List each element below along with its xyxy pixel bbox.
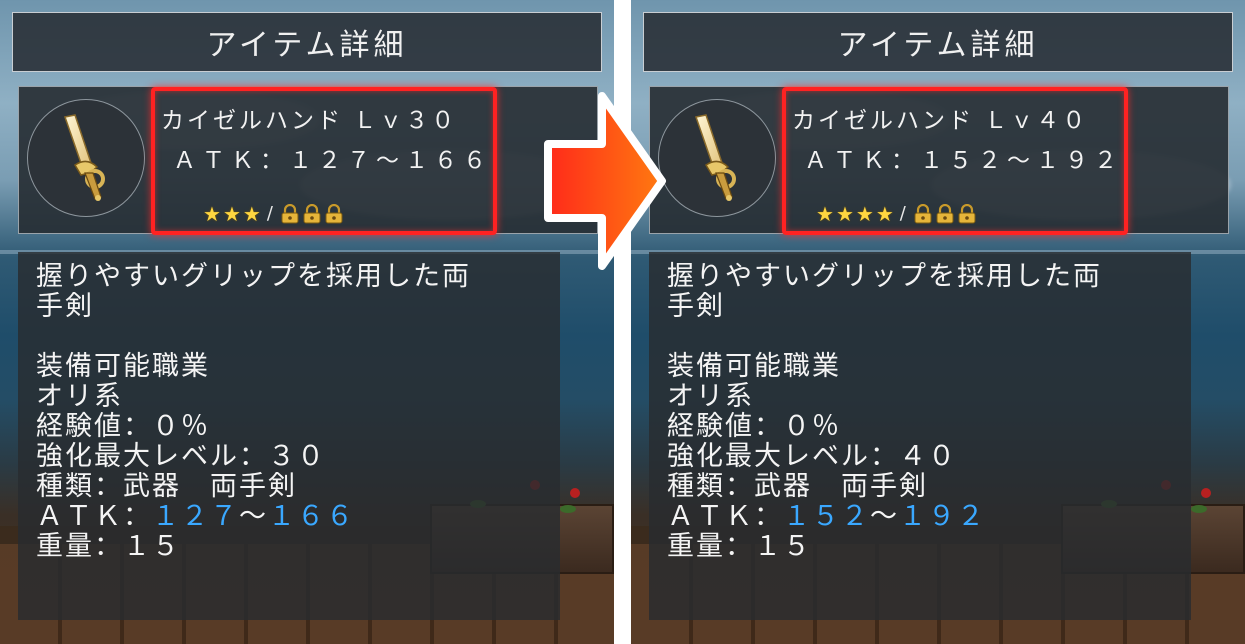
lock-icon bbox=[914, 203, 932, 224]
item-icon-frame[interactable] bbox=[27, 99, 145, 217]
weight-value: 重量：１５ bbox=[667, 531, 812, 562]
atk-label: ＡＴＫ： bbox=[667, 501, 783, 532]
item-name: カイゼルハンド Ｌｖ４０ bbox=[792, 108, 1089, 134]
jobs-header: 装備可能職業 bbox=[667, 351, 841, 382]
jobs-header: 装備可能職業 bbox=[36, 351, 210, 382]
description-text: 手剣 bbox=[667, 291, 725, 322]
star-icon: ★ bbox=[855, 201, 874, 226]
max-level-value: 強化最大レベル：３０ bbox=[36, 441, 326, 472]
rating-separator: / bbox=[266, 203, 273, 224]
max-level-value: 強化最大レベル：４０ bbox=[667, 441, 957, 472]
description-text: 手剣 bbox=[36, 291, 94, 322]
rarity-rating: ★ ★ ★ / bbox=[203, 203, 345, 224]
item-atk: ＡＴＫ：１２７～１６６ bbox=[173, 148, 492, 174]
item-detail-panel-after: アイテム詳細 カイゼルハンド Ｌｖ４０ ＡＴＫ：１５２～１９２ ★ ★ ★ ★ … bbox=[631, 0, 1245, 644]
lock-icon bbox=[936, 203, 954, 224]
item-atk: ＡＴＫ：１５２～１９２ bbox=[804, 148, 1123, 174]
item-description: 握りやすいグリップを採用した両 手剣 装備可能職業 オリ系 経験値：０％ 強化最… bbox=[649, 252, 1191, 620]
item-detail-panel-before: アイテム詳細 カイゼルハンド Ｌｖ３０ ＡＴＫ：１２７～１６６ ★ ★ ★ / … bbox=[0, 0, 614, 644]
item-description: 握りやすいグリップを採用した両 手剣 装備可能職業 オリ系 経験値：０％ 強化最… bbox=[18, 252, 560, 620]
page-title: アイテム詳細 bbox=[643, 12, 1233, 72]
type-value: 種類：武器 両手剣 bbox=[36, 471, 297, 502]
background-leaf bbox=[1191, 505, 1207, 513]
atk-label: ＡＴＫ： bbox=[36, 501, 152, 532]
star-icon: ★ bbox=[242, 201, 261, 226]
description-text: 握りやすいグリップを採用した両 bbox=[36, 261, 471, 292]
background-flower bbox=[1201, 488, 1211, 498]
page-title: アイテム詳細 bbox=[12, 12, 602, 72]
star-icon: ★ bbox=[835, 201, 854, 226]
type-value: 種類：武器 両手剣 bbox=[667, 471, 928, 502]
lock-icon bbox=[958, 203, 976, 224]
lock-icon bbox=[281, 203, 299, 224]
background-flower bbox=[570, 488, 580, 498]
exp-value: 経験値：０％ bbox=[36, 411, 210, 442]
star-icon: ★ bbox=[875, 201, 894, 226]
atk-stat: ＡＴＫ：１２７～１６６ bbox=[36, 502, 560, 532]
atk-separator: ～ bbox=[870, 501, 899, 532]
lock-icon bbox=[325, 203, 343, 224]
atk-separator: ～ bbox=[239, 501, 268, 532]
atk-max: １６６ bbox=[268, 501, 355, 532]
sword-icon bbox=[64, 114, 105, 201]
jobs-value: オリ系 bbox=[667, 381, 754, 412]
atk-max: １９２ bbox=[899, 501, 986, 532]
item-name: カイゼルハンド Ｌｖ３０ bbox=[161, 108, 458, 134]
sword-icon bbox=[695, 114, 736, 201]
atk-stat: ＡＴＫ：１５２～１９２ bbox=[667, 502, 1191, 532]
description-text: 握りやすいグリップを採用した両 bbox=[667, 261, 1102, 292]
star-icon: ★ bbox=[222, 201, 241, 226]
rating-separator: / bbox=[899, 203, 906, 224]
item-icon-frame[interactable] bbox=[658, 99, 776, 217]
rarity-rating: ★ ★ ★ ★ / bbox=[816, 203, 978, 224]
atk-min: １５２ bbox=[783, 501, 870, 532]
lock-icon bbox=[303, 203, 321, 224]
item-summary-card: カイゼルハンド Ｌｖ４０ ＡＴＫ：１５２～１９２ ★ ★ ★ ★ / bbox=[649, 86, 1229, 235]
atk-min: １２７ bbox=[152, 501, 239, 532]
weight-value: 重量：１５ bbox=[36, 531, 181, 562]
jobs-value: オリ系 bbox=[36, 381, 123, 412]
arrow-right-icon bbox=[544, 92, 666, 270]
background-leaf bbox=[560, 505, 576, 513]
star-icon: ★ bbox=[816, 201, 834, 226]
star-icon: ★ bbox=[203, 201, 221, 226]
item-summary-card: カイゼルハンド Ｌｖ３０ ＡＴＫ：１２７～１６６ ★ ★ ★ / bbox=[18, 86, 598, 235]
exp-value: 経験値：０％ bbox=[667, 411, 841, 442]
